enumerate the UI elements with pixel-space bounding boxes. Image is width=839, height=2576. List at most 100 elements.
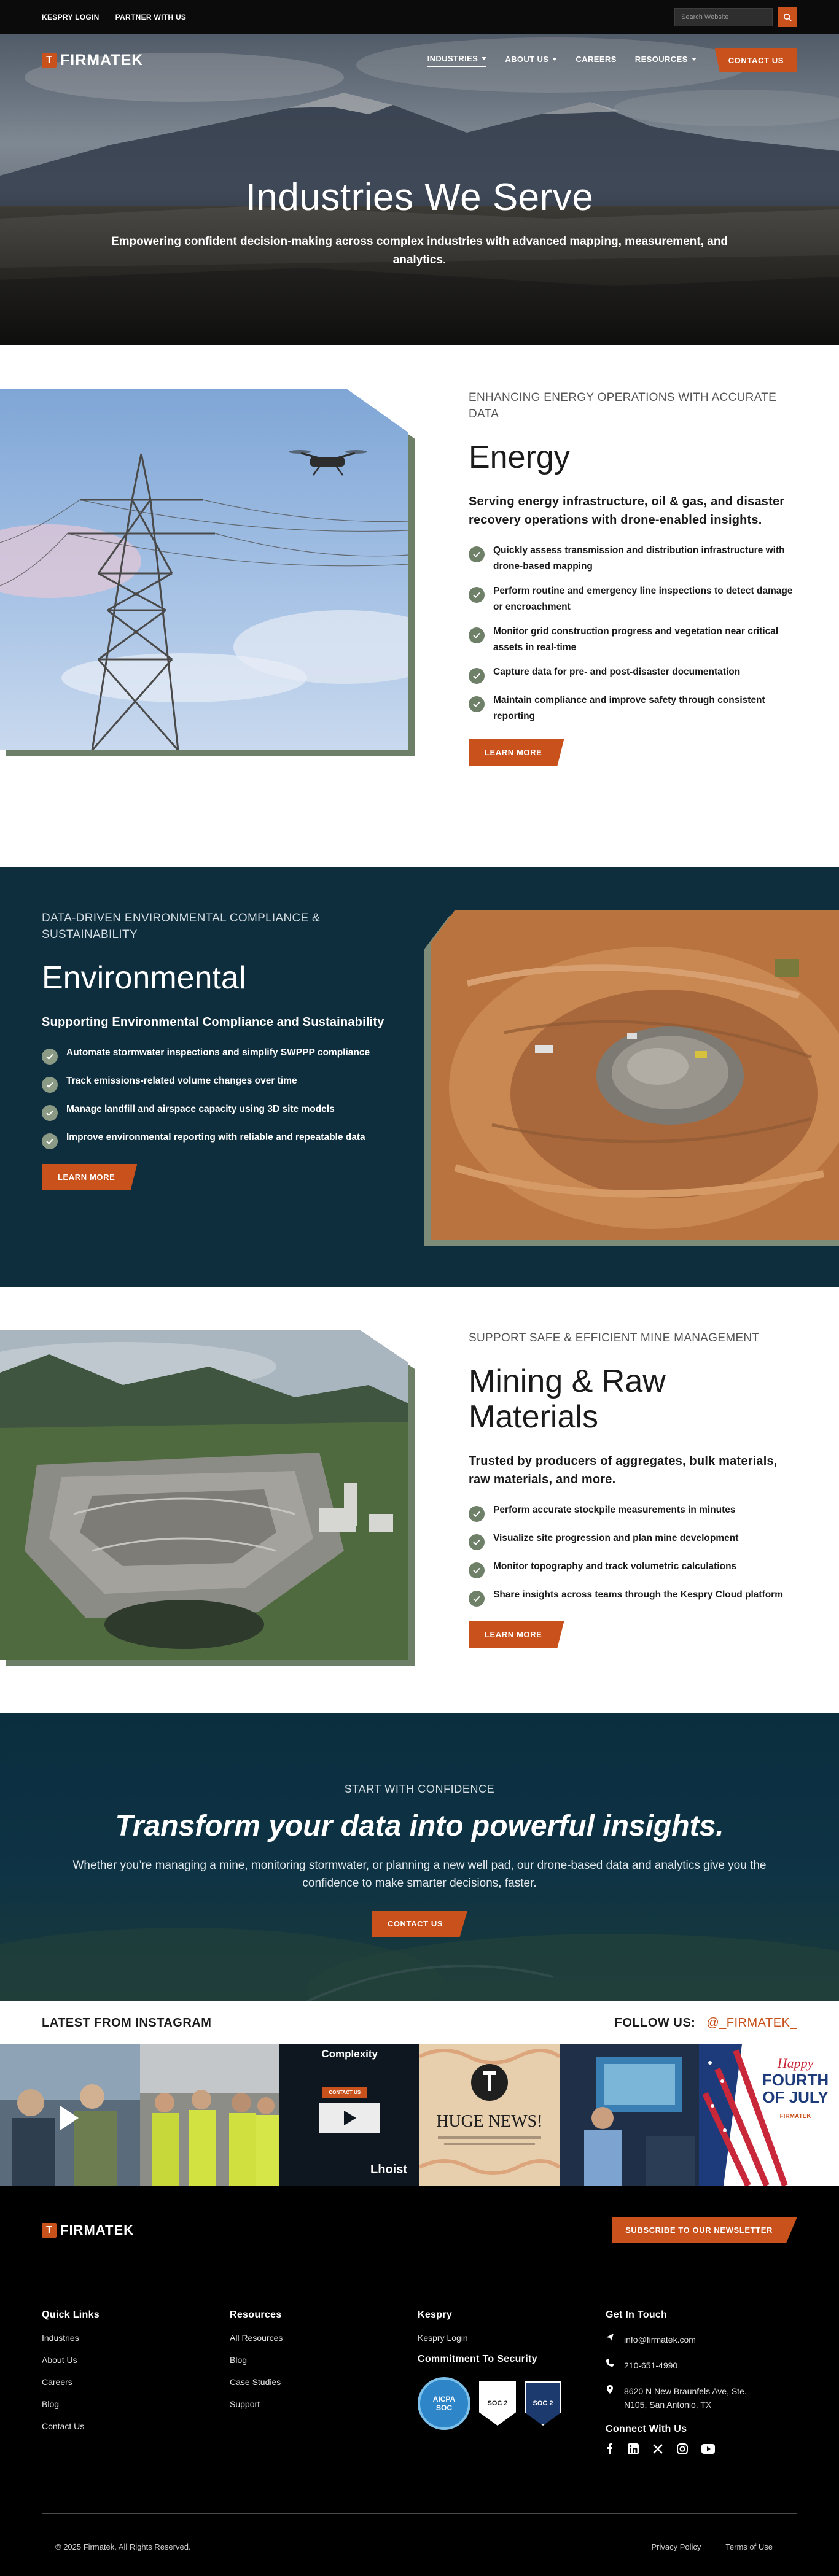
subscribe-newsletter-button[interactable]: SUBSCRIBE TO OUR NEWSLETTER (612, 2217, 797, 2243)
address-line: N105, San Antonio, TX (624, 2400, 712, 2410)
check-circle-icon (469, 1534, 485, 1550)
logo-wordmark: FIRMATEK (60, 51, 144, 69)
cta-body: Whether you’re managing a mine, monitori… (72, 1859, 767, 1890)
contact-phone[interactable]: 210-651-4990 (606, 2359, 790, 2372)
instagram-feed: Complexity CONTACT US Lhoist HUGE NEWS! (0, 2044, 839, 2186)
energy-title: Energy (469, 440, 570, 475)
instagram-post[interactable] (0, 2044, 140, 2186)
footer-heading: Kespry (418, 2310, 453, 2320)
instagram-post[interactable]: Complexity CONTACT US Lhoist (279, 2044, 420, 2186)
footer-link-support[interactable]: Support (230, 2399, 418, 2409)
environmental-title: Environmental (42, 960, 246, 996)
cta-contact-us-button[interactable]: CONTACT US (371, 1911, 468, 1937)
footer-link-kespry-login[interactable]: Kespry Login (418, 2333, 606, 2343)
post-brand: FIRMATEK (779, 2113, 811, 2120)
nav-item-label: INDUSTRIES (427, 53, 478, 63)
send-icon (606, 2334, 614, 2341)
nav-item-resources[interactable]: RESOURCES (635, 55, 697, 66)
energy-learn-more-button[interactable]: LEARN MORE (469, 739, 564, 766)
list-item: Improve environmental reporting with rel… (42, 1130, 386, 1149)
list-item-text: Monitor grid construction progress and v… (493, 626, 779, 653)
footer-kespry: Kespry Kespry Login Commitment To Securi… (418, 2310, 606, 2454)
list-item: Monitor grid construction progress and v… (469, 624, 800, 656)
instagram-post[interactable] (139, 2044, 280, 2186)
list-item: Perform routine and emergency line inspe… (469, 583, 800, 615)
partner-with-us-link[interactable]: PARTNER WITH US (115, 13, 187, 21)
instagram-section: LATEST FROM INSTAGRAM FOLLOW US: @_FIRMA… (0, 2001, 839, 2186)
nav-item-label: ABOUT US (505, 54, 549, 64)
check-circle-icon (469, 587, 485, 603)
soc2-type2-badge: SOC 2 (525, 2381, 561, 2426)
instagram-header: LATEST FROM INSTAGRAM FOLLOW US: @_FIRMA… (0, 2001, 839, 2044)
list-item-text: Perform routine and emergency line inspe… (493, 586, 793, 612)
search-button[interactable] (778, 7, 797, 27)
energy-eyebrow: ENHANCING ENERGY OPERATIONS WITH ACCURAT… (469, 391, 777, 421)
contact-us-button[interactable]: CONTACT US (714, 48, 797, 72)
list-item-text: Track emissions-related volume changes o… (66, 1076, 297, 1086)
footer-logo[interactable]: T FIRMATEK (42, 2222, 134, 2238)
nav-item-careers[interactable]: CAREERS (576, 55, 616, 66)
list-item-text: Improve environmental reporting with rel… (66, 1132, 365, 1143)
footer-link-blog[interactable]: Blog (230, 2355, 418, 2365)
facebook-icon[interactable] (606, 2443, 614, 2454)
footer-link-careers[interactable]: Careers (42, 2377, 230, 2387)
footer-link-industries[interactable]: Industries (42, 2333, 230, 2343)
environmental-eyebrow: DATA-DRIVEN ENVIRONMENTAL COMPLIANCE & S… (42, 912, 321, 941)
cta-title: Transform your data into powerful insigh… (115, 1810, 724, 1842)
check-circle-icon (469, 546, 485, 562)
aicpa-soc-badge: AICPA SOC (418, 2377, 470, 2430)
check-circle-icon (469, 1591, 485, 1607)
instagram-post[interactable] (559, 2044, 700, 2186)
list-item-text: Manage landfill and airspace capacity us… (66, 1104, 335, 1114)
industry-energy: ENHANCING ENERGY OPERATIONS WITH ACCURAT… (0, 345, 839, 867)
check-circle-icon (469, 1506, 485, 1522)
youtube-icon[interactable] (701, 2444, 715, 2454)
instagram-post[interactable]: HUGE NEWS! (419, 2044, 560, 2186)
footer-link-all-resources[interactable]: All Resources (230, 2333, 418, 2343)
copyright: © 2025 Firmatek. All Rights Reserved. (55, 2542, 191, 2551)
list-item-text: Capture data for pre- and post-disaster … (493, 667, 741, 677)
logo-wordmark: FIRMATEK (60, 2222, 135, 2238)
nav-item-about-us[interactable]: ABOUT US (505, 54, 558, 66)
page-title: Industries We Serve (245, 176, 594, 219)
contact-address: 8620 N New Braunfels Ave, Ste. N105, San … (606, 2384, 790, 2411)
instagram-icon[interactable] (677, 2443, 688, 2454)
social-links (606, 2443, 790, 2454)
nav-item-industries[interactable]: INDUSTRIES (427, 54, 487, 67)
follow-us: FOLLOW US: @_FIRMATEK_ (615, 2016, 797, 2030)
footer-link-blog[interactable]: Blog (42, 2399, 230, 2409)
footer-columns: Quick Links Industries About Us Careers … (42, 2275, 797, 2454)
environmental-lead: Supporting Environmental Compliance and … (42, 1015, 384, 1029)
footer-link-case-studies[interactable]: Case Studies (230, 2377, 418, 2387)
phone-icon (606, 2359, 614, 2367)
search-input[interactable] (674, 8, 773, 26)
instagram-post[interactable]: Happy FOURTH OF JULY FIRMATEK (699, 2044, 839, 2186)
x-twitter-icon[interactable] (652, 2443, 663, 2454)
footer-link-about-us[interactable]: About Us (42, 2355, 230, 2365)
contact-email[interactable]: info@firmatek.com (606, 2333, 790, 2346)
cta-section: START WITH CONFIDENCE Transform your dat… (0, 1713, 839, 2001)
instagram-post-image (559, 2044, 700, 2186)
mining-learn-more-button[interactable]: LEARN MORE (469, 1621, 564, 1648)
list-item-text: Quickly assess transmission and distribu… (493, 545, 785, 572)
environmental-learn-more-button[interactable]: LEARN MORE (42, 1164, 138, 1190)
energy-transmission-tower-image (0, 389, 408, 750)
check-circle-icon (469, 627, 485, 643)
utility-links: KESPRY LOGIN PARTNER WITH US (42, 13, 186, 21)
hero-content: Industries We Serve Empowering confident… (0, 176, 839, 270)
instagram-handle-link[interactable]: @_FIRMATEK_ (706, 2016, 797, 2030)
mining-lead: Trusted by producers of aggregates, bulk… (469, 1454, 778, 1486)
footer-link-contact-us[interactable]: Contact Us (42, 2421, 230, 2431)
linkedin-icon[interactable] (628, 2443, 639, 2454)
mining-quarry-aerial-image (0, 1330, 408, 1660)
footer-heading: Resources (230, 2310, 282, 2320)
cta-eyebrow: START WITH CONFIDENCE (344, 1783, 495, 1795)
privacy-policy-link[interactable]: Privacy Policy (652, 2542, 701, 2551)
legal-links: Privacy Policy Terms of Use (652, 2542, 798, 2551)
list-item: Quickly assess transmission and distribu… (469, 543, 800, 575)
terms-of-use-link[interactable]: Terms of Use (725, 2542, 773, 2551)
kespry-login-link[interactable]: KESPRY LOGIN (42, 13, 100, 21)
list-item-text: Maintain compliance and improve safety t… (493, 695, 765, 721)
check-circle-icon (469, 696, 485, 712)
firmatek-logo[interactable]: T FIRMATEK (42, 52, 143, 69)
